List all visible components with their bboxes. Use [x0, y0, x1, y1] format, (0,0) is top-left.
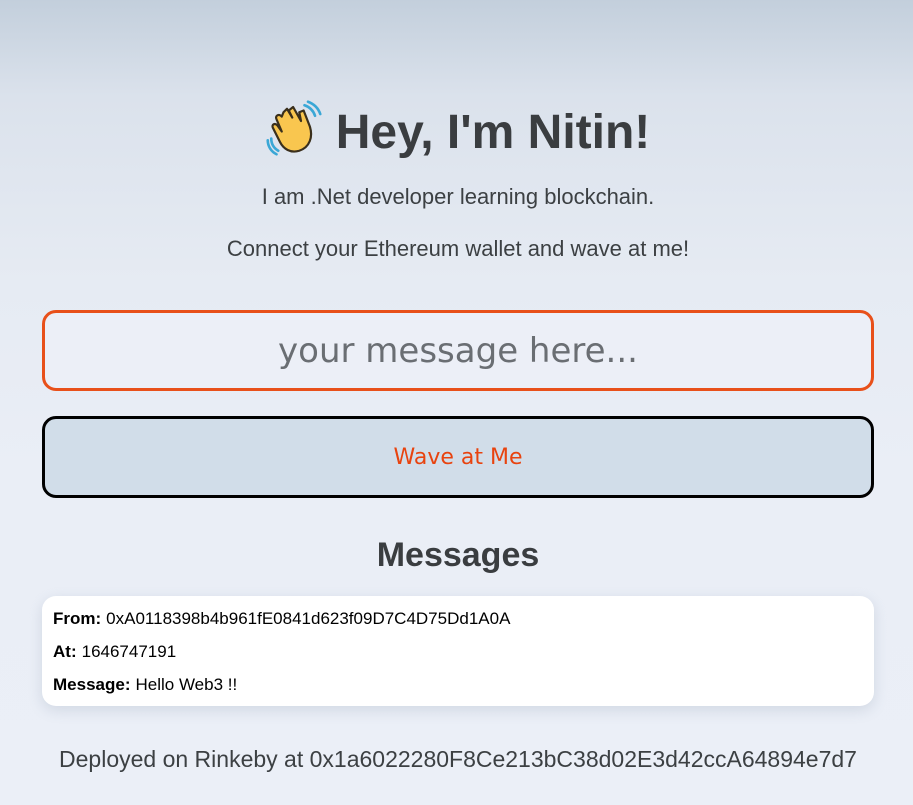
bio-line-1: I am .Net developer learning blockchain. — [261, 184, 655, 209]
page-title: Hey, I'm Nitin! — [42, 100, 874, 160]
message-at-row: At: 1646747191 — [53, 642, 863, 675]
wave-button[interactable]: Wave at Me — [42, 416, 874, 498]
timestamp: 1646747191 — [81, 642, 177, 661]
message-from-row: From: 0xA0118398b4b961fE0841d623f09D7C4D7… — [53, 609, 863, 642]
from-address: 0xA0118398b4b961fE0841d623f09D7C4D75Dd1A… — [106, 609, 511, 628]
message-label: Message: — [53, 675, 131, 694]
message-text-row: Message: Hello Web3 !! — [53, 675, 863, 708]
bio-line-2: Connect your Ethereum wallet and wave at… — [226, 236, 690, 261]
message-card: From: 0xA0118398b4b961fE0841d623f09D7C4D7… — [42, 596, 874, 706]
at-label: At: — [53, 642, 77, 661]
deployment-info: Deployed on Rinkeby at 0x1a6022280F8Ce21… — [59, 746, 857, 772]
messages-title: Messages — [376, 536, 540, 574]
message-text: Hello Web3 !! — [135, 675, 238, 694]
waving-hand-icon — [266, 100, 322, 156]
from-label: From: — [53, 609, 102, 628]
message-input[interactable] — [42, 310, 874, 391]
page-title-text: Hey, I'm Nitin! — [335, 106, 651, 159]
